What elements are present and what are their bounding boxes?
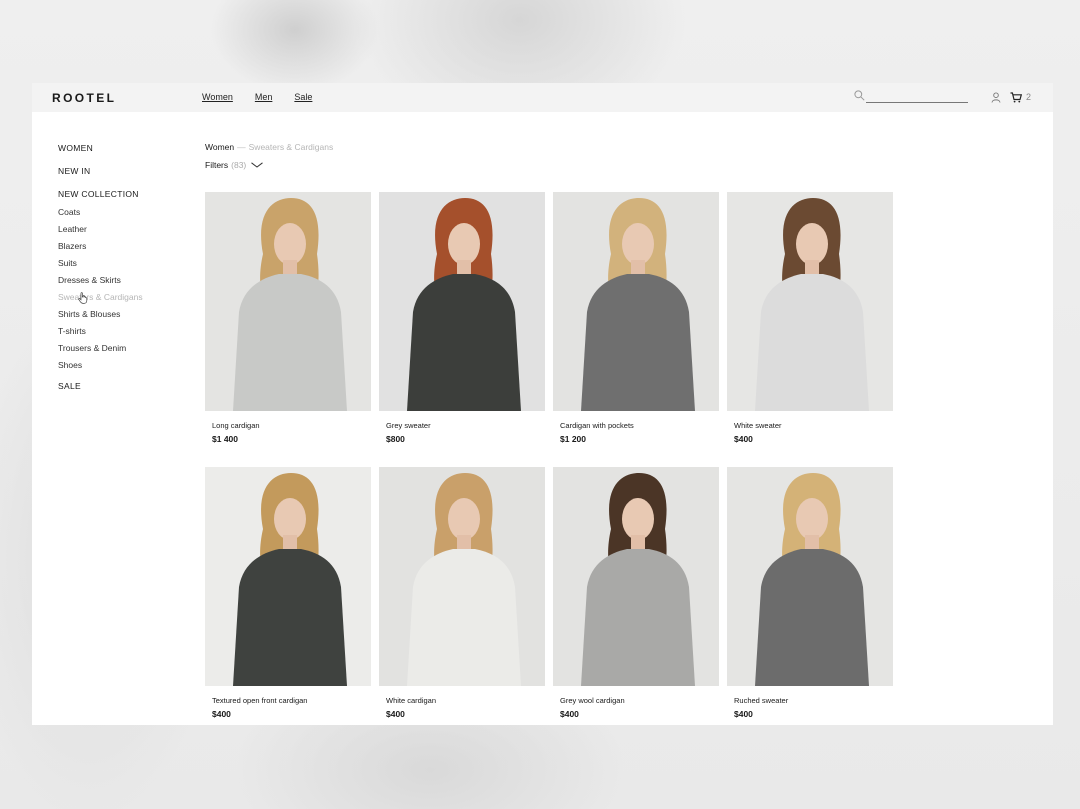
product-name[interactable]: Textured open front cardigan xyxy=(212,696,371,706)
product-image[interactable] xyxy=(553,192,719,411)
product-name[interactable]: White sweater xyxy=(734,421,893,431)
category-sidebar: WOMEN NEW IN NEW COLLECTION Coats Leathe… xyxy=(58,143,198,393)
product-name[interactable]: Grey sweater xyxy=(386,421,545,431)
product-name[interactable]: Ruched sweater xyxy=(734,696,893,706)
product-name[interactable]: White cardigan xyxy=(386,696,545,706)
product-card[interactable]: White cardigan $400 xyxy=(379,467,545,719)
nav-sale-link[interactable]: Sale xyxy=(294,92,312,102)
sidebar-item-blazers[interactable]: Blazers xyxy=(58,240,198,257)
garment xyxy=(233,274,347,411)
sidebar-item-leather[interactable]: Leather xyxy=(58,223,198,240)
sidebar-item-coats[interactable]: Coats xyxy=(58,206,198,223)
product-name[interactable]: Long cardigan xyxy=(212,421,371,431)
face xyxy=(274,223,306,265)
sidebar-item-shirts-blouses[interactable]: Shirts & Blouses xyxy=(58,308,198,325)
garment xyxy=(755,274,869,411)
chevron-down-icon xyxy=(251,162,264,168)
brand-logo[interactable]: ROOTEL xyxy=(52,91,116,105)
product-card[interactable]: Cardigan with pockets $1 200 xyxy=(553,192,719,444)
model-photo xyxy=(727,192,893,411)
garment xyxy=(755,549,869,686)
product-price: $400 xyxy=(734,434,753,444)
product-image[interactable] xyxy=(205,467,371,686)
face xyxy=(274,498,306,540)
face xyxy=(448,498,480,540)
model-photo xyxy=(553,467,719,686)
face xyxy=(796,223,828,265)
search-box xyxy=(854,89,970,103)
user-icon[interactable] xyxy=(991,92,1001,103)
product-image[interactable] xyxy=(727,192,893,411)
store-window: ROOTEL Women Men Sale 2 WOMEN NEW IN NEW… xyxy=(32,83,1053,725)
product-price: $1 400 xyxy=(212,434,238,444)
model-photo xyxy=(205,467,371,686)
model-photo xyxy=(205,192,371,411)
product-name[interactable]: Cardigan with pockets xyxy=(560,421,719,431)
face xyxy=(622,223,654,265)
product-image[interactable] xyxy=(205,192,371,411)
filters-count: (83) xyxy=(231,160,247,170)
product-card[interactable]: Long cardigan $1 400 xyxy=(205,192,371,444)
main-nav: Women Men Sale xyxy=(202,92,334,102)
model-photo xyxy=(379,467,545,686)
product-card[interactable]: White sweater $400 xyxy=(727,192,893,444)
nav-men-link[interactable]: Men xyxy=(255,92,273,102)
hand-cursor-icon xyxy=(78,292,88,304)
garment xyxy=(233,549,347,686)
product-price: $400 xyxy=(212,709,231,719)
sidebar-item-dresses-skirts[interactable]: Dresses & Skirts xyxy=(58,274,198,291)
breadcrumb-current: Sweaters & Cardigans xyxy=(248,142,334,152)
nav-women-link[interactable]: Women xyxy=(202,92,233,102)
product-price: $400 xyxy=(386,709,405,719)
search-input[interactable] xyxy=(866,89,968,103)
product-image[interactable] xyxy=(553,467,719,686)
product-image[interactable] xyxy=(727,467,893,686)
product-price: $400 xyxy=(560,709,579,719)
filters-label: Filters xyxy=(205,160,229,170)
cart-button[interactable]: 2 xyxy=(1010,91,1031,103)
breadcrumb-separator: — xyxy=(237,142,246,152)
product-card[interactable]: Textured open front cardigan $400 xyxy=(205,467,371,719)
sidebar-item-suits[interactable]: Suits xyxy=(58,257,198,274)
product-image[interactable] xyxy=(379,467,545,686)
model-photo xyxy=(727,467,893,686)
product-price: $800 xyxy=(386,434,405,444)
sidebar-item-shoes[interactable]: Shoes xyxy=(58,359,198,376)
garment xyxy=(581,549,695,686)
product-name[interactable]: Grey wool cardigan xyxy=(560,696,719,706)
sidebar-item-new-in[interactable]: NEW IN xyxy=(58,166,198,178)
breadcrumb-women-link[interactable]: Women xyxy=(205,142,234,152)
product-price: $1 200 xyxy=(560,434,586,444)
header-bar: ROOTEL Women Men Sale 2 xyxy=(32,83,1053,112)
sidebar-item-sale[interactable]: SALE xyxy=(58,381,198,393)
sidebar-item-new-collection[interactable]: NEW COLLECTION xyxy=(58,189,198,201)
sidebar-item-trousers-denim[interactable]: Trousers & Denim xyxy=(58,342,198,359)
product-card[interactable]: Grey wool cardigan $400 xyxy=(553,467,719,719)
model-photo xyxy=(379,192,545,411)
model-photo xyxy=(553,192,719,411)
breadcrumb: Women — Sweaters & Cardigans xyxy=(205,142,333,152)
face xyxy=(448,223,480,265)
filters-toggle[interactable]: Filters (83) xyxy=(205,160,264,170)
face xyxy=(796,498,828,540)
product-image[interactable] xyxy=(379,192,545,411)
face xyxy=(622,498,654,540)
cart-icon xyxy=(1010,91,1022,102)
cart-count: 2 xyxy=(1026,92,1032,102)
search-icon[interactable] xyxy=(854,90,865,101)
product-card[interactable]: Grey sweater $800 xyxy=(379,192,545,444)
sidebar-item-women[interactable]: WOMEN xyxy=(58,143,198,155)
garment xyxy=(407,549,521,686)
product-price: $400 xyxy=(734,709,753,719)
garment xyxy=(581,274,695,411)
sidebar-item-t-shirts[interactable]: T-shirts xyxy=(58,325,198,342)
garment xyxy=(407,274,521,411)
product-card[interactable]: Ruched sweater $400 xyxy=(727,467,893,719)
